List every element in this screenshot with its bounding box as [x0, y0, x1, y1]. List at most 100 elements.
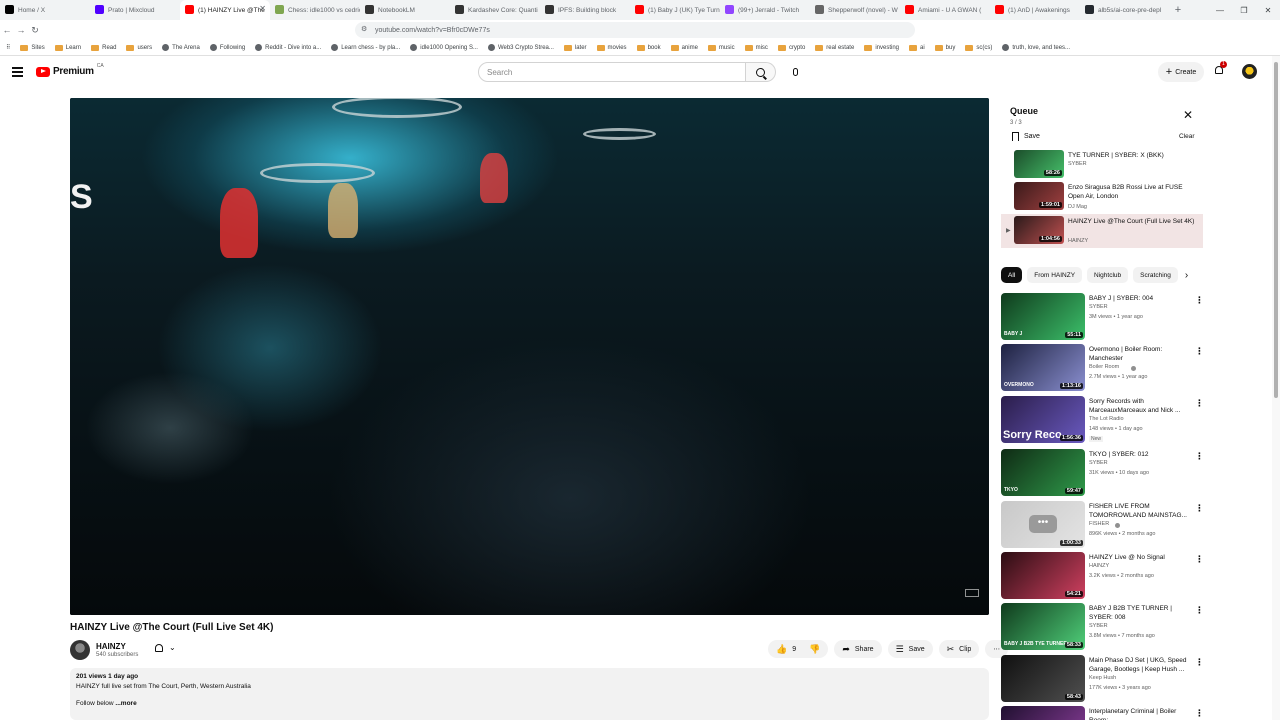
bookmark-item[interactable]: crypto	[777, 44, 805, 51]
channel-name[interactable]: SYBER	[1089, 460, 1108, 466]
recommended-video[interactable]: Sorry Reco 1:56:36 Sorry Records with Marc…	[1001, 396, 1205, 444]
queue-item[interactable]: ▶ 1:04:56 HAINZY Live @The Court (Full Liv…	[1001, 214, 1203, 248]
recommended-video-title[interactable]: Sorry Records with MarceauxMarceaux and …	[1089, 397, 1189, 415]
video-thumbnail[interactable]: OVERMONO 1:13:16	[1001, 344, 1085, 391]
queue-save-button[interactable]: Save	[1012, 132, 1040, 141]
notification-settings-button[interactable]: ⌄	[155, 643, 176, 652]
account-avatar[interactable]	[1242, 64, 1257, 79]
recommended-video[interactable]: ••• 1:00:33 FISHER LIVE FROM TOMORROWLAND …	[1001, 501, 1205, 549]
create-button[interactable]: + Create	[1158, 62, 1204, 82]
filter-chip[interactable]: Scratching	[1133, 267, 1178, 283]
queue-thumbnail[interactable]: 1:59:01	[1014, 182, 1064, 210]
close-tab-icon[interactable]: ✕	[259, 4, 266, 13]
description-box[interactable]: 201 views 1 day ago HAINZY full live set…	[70, 668, 989, 720]
bookmark-item[interactable]: buy	[934, 44, 955, 51]
bookmark-item[interactable]: music	[707, 44, 735, 51]
channel-avatar[interactable]	[70, 640, 90, 660]
close-window-icon[interactable]: ✕	[1256, 6, 1280, 15]
close-icon[interactable]: ✕	[1183, 108, 1193, 122]
bookmark-item[interactable]: investing	[864, 44, 899, 51]
forward-icon[interactable]: →	[14, 25, 28, 35]
more-vertical-icon[interactable]: ⋮	[1195, 451, 1204, 462]
video-thumbnail[interactable]: ••• 1:00:33	[1001, 501, 1085, 548]
recommended-video-title[interactable]: Overmono | Boiler Room: Manchester	[1089, 345, 1189, 363]
filter-chip[interactable]: From HAINZY	[1027, 267, 1083, 283]
recommended-video-title[interactable]: Main Phase DJ Set | UKG, Speed Garage, B…	[1089, 656, 1189, 674]
search-button[interactable]	[746, 62, 776, 82]
recommended-video-title[interactable]: Interplanetary Criminal | Boiler Room: .…	[1089, 707, 1189, 720]
browser-tab[interactable]: Shepperwolf (novel) - W	[810, 0, 900, 20]
queue-item-channel[interactable]: SYBER	[1068, 161, 1087, 167]
minimize-icon[interactable]: —	[1208, 6, 1232, 15]
recommended-video-title[interactable]: BABY J | SYBER: 004	[1089, 294, 1189, 303]
recommended-video[interactable]: 54:21 HAINZY Live @ No Signal HAINZY 3.2K v…	[1001, 552, 1205, 600]
browser-tab[interactable]: (1) HAINZY Live @The ✕	[180, 0, 270, 20]
browser-tab[interactable]: (1) Baby J (UK) Tye Turne	[630, 0, 720, 20]
bookmark-item[interactable]: ai	[909, 44, 925, 51]
recommended-video-title[interactable]: TKYO | SYBER: 012	[1089, 450, 1189, 459]
queue-clear-button[interactable]: Clear	[1179, 133, 1195, 140]
queue-item-title[interactable]: TYE TURNER | SYBER: X (BKK)	[1068, 151, 1196, 160]
channel-name[interactable]: HAINZY	[1089, 563, 1109, 569]
video-player[interactable]: S	[70, 98, 989, 615]
browser-tab[interactable]: Kardashev Core: Quanti	[450, 0, 540, 20]
browser-tab[interactable]: NotebookLM	[360, 0, 450, 20]
recommended-video[interactable]: 58:43 Main Phase DJ Set | UKG, Speed Gara…	[1001, 655, 1205, 703]
site-info-icon[interactable]: ⚙	[361, 25, 367, 33]
bookmark-item[interactable]: idle1000 Opening S...	[410, 44, 478, 51]
video-thumbnail[interactable]: BABY J B2B TYE TURNER 58:33	[1001, 603, 1085, 650]
bookmark-item[interactable]: sc(cs)	[965, 44, 992, 51]
channel-name[interactable]: SYBER	[1089, 623, 1108, 629]
more-vertical-icon[interactable]: ⋮	[1195, 346, 1204, 357]
more-vertical-icon[interactable]: ⋮	[1195, 503, 1204, 514]
page-scrollbar[interactable]	[1272, 56, 1280, 720]
bookmark-item[interactable]: book	[636, 44, 661, 51]
bookmark-item[interactable]: Learn chess - by pla...	[331, 44, 400, 51]
more-vertical-icon[interactable]: ⋮	[1195, 554, 1204, 565]
dislike-icon[interactable]: 👎	[809, 644, 820, 655]
bookmark-item[interactable]: later	[563, 44, 587, 51]
queue-thumbnail[interactable]: 58:26	[1014, 150, 1064, 178]
queue-item[interactable]: 1:59:01 Enzo Siragusa B2B Rossi Live at F…	[1001, 180, 1203, 214]
notifications-button[interactable]: 1	[1214, 61, 1227, 76]
reload-icon[interactable]: ↻	[28, 25, 42, 36]
bookmark-item[interactable]: movies	[596, 44, 627, 51]
new-tab-icon[interactable]: +	[1170, 4, 1186, 16]
video-thumbnail[interactable]: 58:43	[1001, 655, 1085, 702]
queue-item-title[interactable]: Enzo Siragusa B2B Rossi Live at FUSE Ope…	[1068, 183, 1196, 201]
bookmark-item[interactable]: Web3 Crypto Strea...	[487, 44, 554, 51]
browser-tab[interactable]: IPFS: Building block	[540, 0, 630, 20]
recommended-video[interactable]: Interplanetary Criminal | Boiler Room: .…	[1001, 706, 1205, 720]
bookmark-item[interactable]: Reddit - Dive into a...	[255, 44, 321, 51]
recommended-video[interactable]: BABY J B2B TYE TURNER 58:33 BABY J B2B TYE…	[1001, 603, 1205, 651]
channel-name[interactable]: Keep Hush	[1089, 675, 1116, 681]
channel-name[interactable]: FISHER	[1089, 521, 1109, 527]
browser-tab[interactable]: (1) AnD | Awakenings	[990, 0, 1080, 20]
queue-item[interactable]: 58:26 TYE TURNER | SYBER: X (BKK) SYBER	[1001, 148, 1203, 182]
browser-tab[interactable]: alb5s/ai-core-pre-depl	[1080, 0, 1170, 20]
video-thumbnail[interactable]: 54:21	[1001, 552, 1085, 599]
queue-thumbnail[interactable]: 1:04:56	[1014, 216, 1064, 244]
browser-tab[interactable]: Chess: idle1000 vs cedric	[270, 0, 360, 20]
queue-item-title[interactable]: HAINZY Live @The Court (Full Live Set 4K…	[1068, 217, 1196, 226]
save-button[interactable]: ☰ Save	[887, 640, 933, 658]
bookmark-item[interactable]: users	[126, 44, 152, 51]
video-thumbnail[interactable]: Sorry Reco 1:56:36	[1001, 396, 1085, 443]
recommended-video[interactable]: BABY J 55:11 BABY J | SYBER: 004 SYBER 3M vi…	[1001, 293, 1205, 341]
like-icon[interactable]: 👍	[776, 644, 787, 655]
more-vertical-icon[interactable]: ⋮	[1195, 295, 1204, 306]
bookmark-item[interactable]: The Arena	[162, 44, 200, 51]
scrollbar-thumb[interactable]	[1274, 62, 1278, 398]
chevron-right-icon[interactable]: ›	[1185, 270, 1188, 281]
recommended-video[interactable]: TKYO 59:47 TKYO | SYBER: 012 SYBER 31K views…	[1001, 449, 1205, 497]
apps-grid-icon[interactable]: ⠿	[6, 44, 10, 51]
channel-name[interactable]: The Lot Radio	[1089, 416, 1124, 422]
video-thumbnail[interactable]: BABY J 55:11	[1001, 293, 1085, 340]
recommended-video-title[interactable]: FISHER LIVE FROM TOMORROWLAND MAINSTAG..…	[1089, 502, 1189, 520]
recommended-video-title[interactable]: BABY J B2B TYE TURNER | SYBER: 008	[1089, 604, 1189, 622]
back-icon[interactable]: ←	[0, 25, 14, 35]
browser-tab[interactable]: (99+) Jerrald - Twitch	[720, 0, 810, 20]
more-vertical-icon[interactable]: ⋮	[1195, 708, 1204, 719]
bookmark-item[interactable]: real estate	[815, 44, 854, 51]
browser-tab[interactable]: Home / X	[0, 0, 90, 20]
